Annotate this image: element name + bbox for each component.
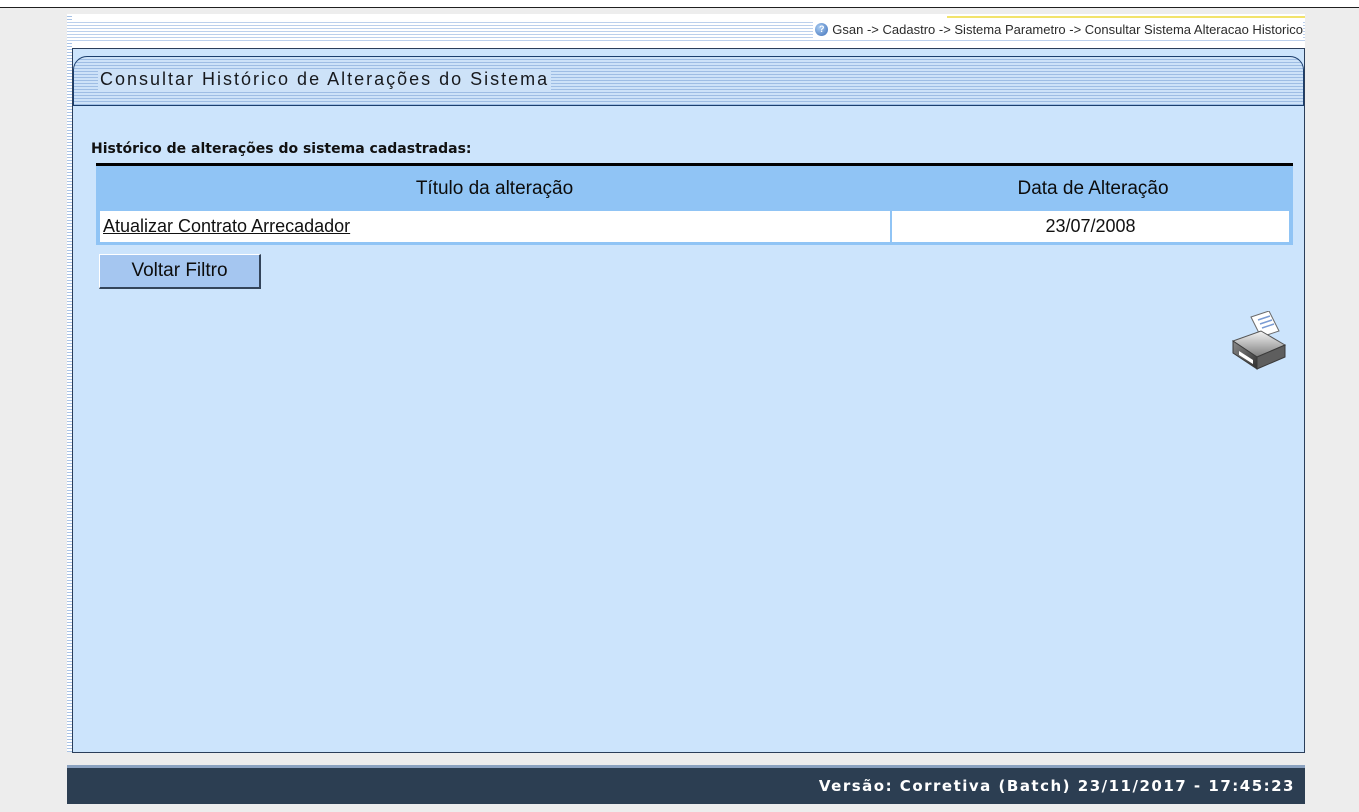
content-panel: Consultar Histórico de Alterações do Sis… bbox=[72, 48, 1305, 753]
top-rule bbox=[0, 0, 1359, 8]
title-box: Consultar Histórico de Alterações do Sis… bbox=[73, 56, 1304, 106]
section-label: Histórico de alterações do sistema cadas… bbox=[91, 141, 472, 157]
version-text: Versão: Corretiva (Batch) 23/11/2017 - 1… bbox=[818, 777, 1295, 795]
history-table: Título da alteração Data de Alteração At… bbox=[96, 163, 1293, 245]
column-header-title: Título da alteração bbox=[415, 177, 574, 199]
page-title: Consultar Histórico de Alterações do Sis… bbox=[98, 69, 552, 90]
breadcrumb: ? Gsan -> Cadastro -> Sistema Parametro … bbox=[813, 20, 1303, 38]
back-filter-button[interactable]: Voltar Filtro bbox=[99, 254, 261, 289]
change-title-link[interactable]: Atualizar Contrato Arrecadador bbox=[103, 216, 350, 237]
breadcrumb-text: Gsan -> Cadastro -> Sistema Parametro ->… bbox=[832, 21, 1303, 37]
printer-icon[interactable] bbox=[1225, 311, 1289, 375]
help-icon[interactable]: ? bbox=[815, 22, 829, 36]
column-header-date: Data de Alteração bbox=[1017, 177, 1169, 199]
cell-title: Atualizar Contrato Arrecadador bbox=[100, 211, 890, 242]
table-header: Título da alteração Data de Alteração bbox=[96, 166, 1293, 211]
table-row: Atualizar Contrato Arrecadador 23/07/200… bbox=[96, 211, 1293, 245]
footer-bar: Versão: Corretiva (Batch) 23/11/2017 - 1… bbox=[67, 765, 1305, 804]
breadcrumb-highlight bbox=[947, 16, 1305, 18]
main-frame: ? Gsan -> Cadastro -> Sistema Parametro … bbox=[67, 14, 1305, 753]
cell-date: 23/07/2008 bbox=[892, 211, 1289, 242]
